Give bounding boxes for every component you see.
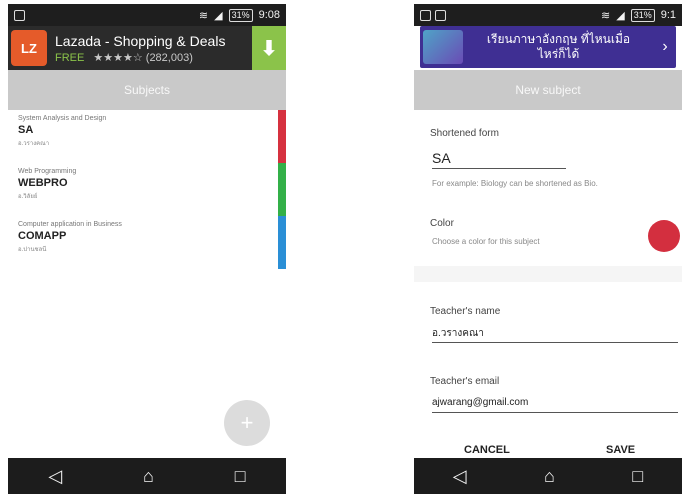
add-subject-button[interactable]: + [224, 400, 270, 446]
wifi-icon: ≋ [601, 9, 611, 22]
notification-icon [14, 9, 25, 21]
shortened-form-label: Shortened form [430, 128, 499, 139]
subject-teacher: อ.ปานชลนี [18, 247, 47, 253]
clock: 9:1 [660, 9, 676, 21]
clock: 9:08 [258, 9, 280, 21]
subject-name: Computer application in Business [18, 221, 122, 228]
ad-banner[interactable]: LZ Lazada - Shopping & Deals FREE ★★★★☆ … [8, 26, 286, 70]
nav-bar: ◁ ⌂ □ [414, 458, 682, 494]
color-picker-swatch[interactable] [648, 220, 680, 252]
page-title: Subjects [123, 83, 171, 97]
teacher-email-input[interactable]: ajwarang@gmail.com [432, 397, 528, 408]
subject-code: SA [18, 124, 34, 136]
teacher-name-underline [432, 342, 678, 343]
subject-color-strip [278, 110, 286, 163]
subjects-screen: ≋ ◢ 31% 9:08 LZ Lazada - Shopping & Deal… [8, 4, 286, 494]
battery-indicator: 31% [630, 8, 655, 22]
app-bar: New subject [414, 70, 682, 110]
subject-name: Web Programming [18, 168, 77, 175]
status-bar: ≋ ◢ 31% 9:1 [414, 4, 682, 26]
shortened-form-input[interactable]: SA [432, 150, 451, 166]
ad-review-count: (282,003) [145, 51, 193, 64]
cancel-button[interactable]: CANCEL [464, 444, 510, 456]
ad-image [423, 30, 463, 64]
subject-teacher: อ.วรางคณา [18, 141, 50, 147]
shortened-form-underline [432, 168, 566, 169]
home-icon[interactable]: ⌂ [544, 466, 555, 487]
subject-name: System Analysis and Design [18, 115, 107, 122]
subject-code: COMAPP [18, 230, 67, 242]
recent-apps-icon[interactable]: □ [235, 466, 246, 487]
save-button[interactable]: SAVE [606, 444, 635, 456]
subject-list: System Analysis and Design SA อ.วรางคณา … [8, 110, 286, 269]
nav-bar: ◁ ⌂ □ [8, 458, 286, 494]
list-item[interactable]: System Analysis and Design SA อ.วรางคณา [8, 110, 286, 163]
signal-icon: ◢ [214, 9, 223, 22]
notification-icon [420, 9, 431, 21]
teacher-email-underline [432, 412, 678, 413]
notification-icon [435, 9, 446, 21]
recent-apps-icon[interactable]: □ [632, 466, 643, 487]
app-bar: Subjects [8, 70, 286, 110]
home-icon[interactable]: ⌂ [143, 466, 154, 487]
download-icon[interactable]: ⬇ [252, 26, 286, 70]
color-hint: Choose a color for this subject [432, 237, 540, 246]
back-icon[interactable]: ◁ [453, 466, 467, 487]
teacher-name-label: Teacher's name [430, 306, 501, 317]
chevron-right-icon[interactable]: › [654, 38, 676, 56]
ad-title: Lazada - Shopping & Deals [55, 32, 226, 49]
new-subject-screen: ≋ ◢ 31% 9:1 เรียนภาษาอังกฤษ ที่ไหนเมื่อ … [414, 4, 682, 494]
subject-color-strip [278, 163, 286, 216]
subject-color-strip [278, 216, 286, 269]
subject-teacher: อ.วิลัยย์ [18, 194, 38, 200]
list-item[interactable]: Computer application in Business COMAPP … [8, 216, 286, 269]
ad-headline: เรียนภาษาอังกฤษ ที่ไหนเมื่อ [486, 32, 631, 46]
divider [414, 266, 682, 282]
back-icon[interactable]: ◁ [48, 466, 62, 487]
ad-headline-2: ไหร่ก็ได้ [537, 47, 580, 61]
teacher-name-input[interactable]: อ.วรางคณา [432, 326, 484, 341]
status-bar: ≋ ◢ 31% 9:08 [8, 4, 286, 26]
battery-indicator: 31% [228, 8, 253, 22]
subject-code: WEBPRO [18, 177, 68, 189]
color-label: Color [430, 218, 454, 229]
ad-price: FREE [55, 51, 85, 64]
wifi-icon: ≋ [198, 9, 209, 22]
signal-icon: ◢ [616, 9, 625, 22]
ad-rating: ★★★★☆ [93, 51, 143, 64]
list-item[interactable]: Web Programming WEBPRO อ.วิลัยย์ [8, 163, 286, 216]
page-title: New subject [515, 83, 581, 97]
teacher-email-label: Teacher's email [430, 376, 500, 387]
shortened-form-hint: For example: Biology can be shortened as… [432, 179, 598, 188]
ad-banner[interactable]: เรียนภาษาอังกฤษ ที่ไหนเมื่อ ไหร่ก็ได้ › [420, 26, 676, 68]
lazada-logo-icon: LZ [11, 30, 47, 66]
